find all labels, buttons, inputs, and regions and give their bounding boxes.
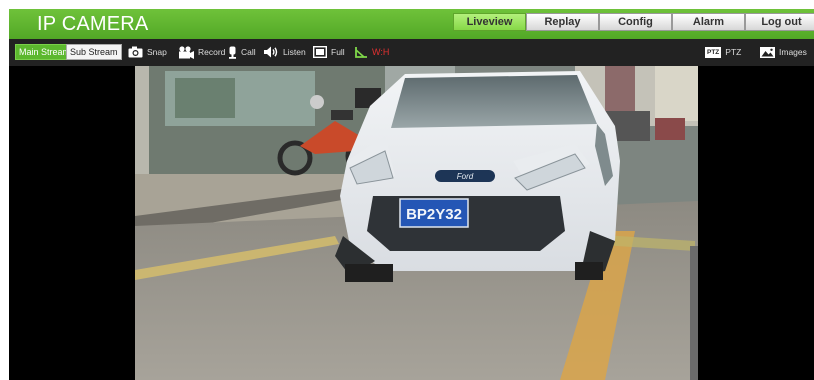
speaker-icon: [264, 46, 278, 58]
camera-icon: [128, 46, 143, 58]
app-title: IP CAMERA: [37, 13, 149, 35]
fullscreen-icon: [313, 46, 327, 58]
logout-button[interactable]: Log out: [745, 13, 814, 31]
wh-label: W:H: [372, 47, 390, 57]
car-brand-badge: Ford: [457, 172, 474, 181]
live-video-view[interactable]: Ford BP2Y32: [135, 66, 698, 380]
images-tool[interactable]: Images: [760, 45, 807, 59]
listen-label: Listen: [283, 47, 306, 57]
microphone-icon: [229, 46, 236, 59]
snap-label: Snap: [147, 47, 167, 57]
ptz-label: PTZ: [725, 47, 742, 57]
images-label: Images: [779, 47, 807, 57]
app-frame: IP CAMERA Liveview Replay Config Alarm L…: [9, 9, 814, 380]
aspect-ratio-icon: [355, 46, 367, 58]
header-bar: IP CAMERA Liveview Replay Config Alarm L…: [9, 9, 814, 39]
aspect-ratio-tool[interactable]: W:H: [354, 45, 389, 59]
camera-feed-image: Ford BP2Y32: [135, 66, 698, 380]
fullscreen-tool[interactable]: Full: [313, 45, 345, 59]
sub-stream-button[interactable]: Sub Stream: [66, 44, 122, 60]
record-tool[interactable]: Record: [178, 45, 225, 59]
ptz-icon: PTZ: [705, 46, 722, 58]
alarm-button[interactable]: Alarm: [672, 13, 745, 31]
liveview-button[interactable]: Liveview: [453, 13, 526, 31]
image-icon: [760, 46, 775, 58]
film-camera-icon: [179, 45, 194, 59]
full-label: Full: [331, 47, 345, 57]
listen-tool[interactable]: Listen: [264, 45, 306, 59]
license-plate-text: BP2Y32: [406, 206, 462, 223]
replay-button[interactable]: Replay: [526, 13, 599, 31]
toolbar: Main Stream Sub Stream Snap Record Call …: [9, 39, 814, 66]
call-tool[interactable]: Call: [228, 45, 256, 59]
record-label: Record: [198, 47, 226, 57]
snap-tool[interactable]: Snap: [128, 45, 167, 59]
call-label: Call: [241, 47, 256, 57]
config-button[interactable]: Config: [599, 13, 672, 31]
ptz-tool[interactable]: PTZ PTZ: [705, 45, 741, 59]
